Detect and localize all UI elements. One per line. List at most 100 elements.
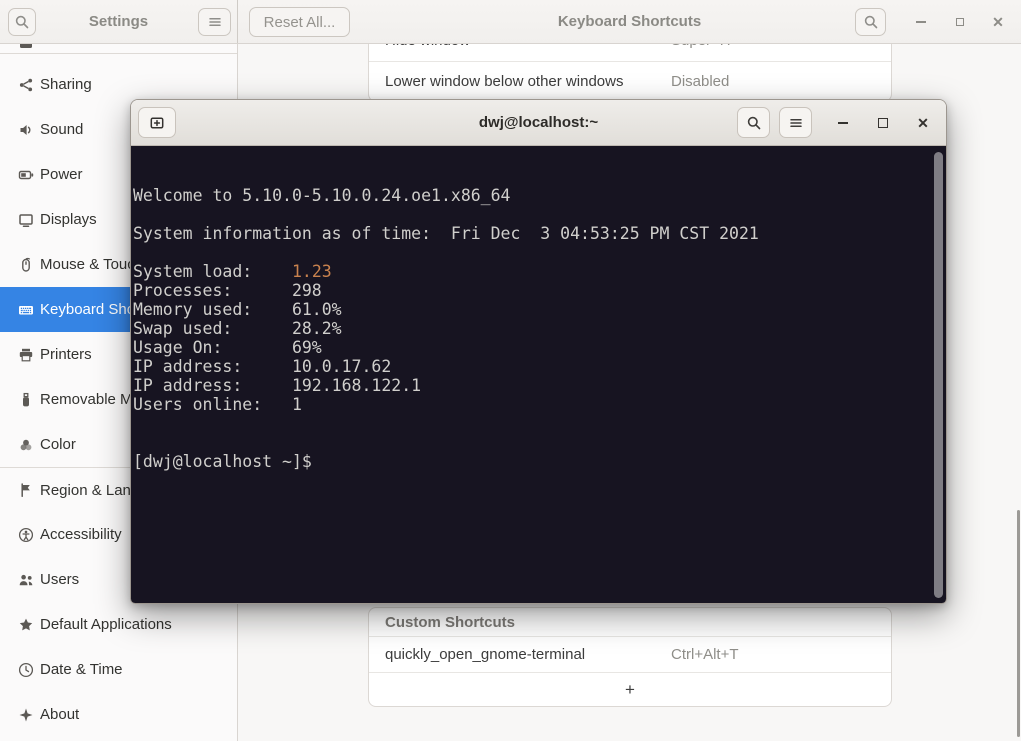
- custom-shortcuts-header: Custom Shortcuts: [369, 608, 891, 637]
- maximize-icon: [956, 18, 964, 26]
- power-icon: [18, 167, 34, 183]
- terminal-text: Memory used: 61.0%: [133, 300, 342, 319]
- users-icon: [18, 572, 34, 588]
- terminal-line: System load: 1.23: [133, 262, 946, 281]
- terminal-menu-button[interactable]: [779, 107, 812, 138]
- terminal-line: Users online: 1: [133, 395, 946, 414]
- sidebar-item-label: Power: [40, 166, 83, 183]
- terminal-output[interactable]: Welcome to 5.10.0-5.10.0.24.oe1.x86_64 S…: [131, 146, 946, 603]
- maximize-icon: [878, 118, 888, 128]
- minimize-icon: [838, 122, 848, 124]
- terminal-headerbar[interactable]: dwj@localhost:~ ✕: [131, 100, 946, 146]
- printer-icon: [18, 347, 34, 363]
- sidebar-item-label: Accessibility: [40, 526, 122, 543]
- add-shortcut-button[interactable]: +: [369, 673, 891, 706]
- sidebar-item-default-applications[interactable]: Default Applications: [0, 602, 237, 647]
- sidebar-item-label: Printers: [40, 346, 92, 363]
- custom-shortcuts-card: Custom Shortcuts quickly_open_gnome-term…: [368, 607, 892, 707]
- terminal-text: Users online: 1: [133, 395, 302, 414]
- terminal-window: dwj@localhost:~ ✕ Welcome to 5.10.0-5.10…: [130, 99, 947, 604]
- terminal-title: dwj@localhost:~: [131, 100, 946, 145]
- terminal-text: System load:: [133, 262, 292, 281]
- screen: Hide windowSuper+HLower window below oth…: [0, 0, 1021, 741]
- settings-close-button[interactable]: ✕: [986, 10, 1010, 34]
- terminal-search-button[interactable]: [737, 107, 770, 138]
- clock-icon: [18, 662, 34, 678]
- panel-title: Keyboard Shortcuts: [238, 0, 1021, 43]
- terminal-line: [133, 205, 946, 224]
- terminal-text: IP address: 192.168.122.1: [133, 376, 421, 395]
- terminal-scrollbar[interactable]: [934, 152, 943, 598]
- headerbar-right: Reset All... Keyboard Shortcuts ✕: [238, 0, 1021, 43]
- terminal-line: [133, 148, 946, 167]
- color-icon: [18, 437, 34, 453]
- close-icon: ✕: [992, 15, 1004, 29]
- shortcut-row[interactable]: Hide windowSuper+H: [369, 44, 891, 62]
- sidebar-item-label: Date & Time: [40, 661, 123, 678]
- terminal-maximize-button[interactable]: [871, 111, 895, 135]
- terminal-line: [dwj@localhost ~]$: [133, 452, 946, 471]
- settings-maximize-button[interactable]: [948, 10, 972, 34]
- sidebar-item-label: Sharing: [40, 76, 92, 93]
- terminal-line: [133, 167, 946, 186]
- usb-icon: [18, 392, 34, 408]
- terminal-close-button[interactable]: ✕: [911, 111, 935, 135]
- terminal-highlight-text: 1.23: [292, 262, 332, 281]
- terminal-line: Memory used: 61.0%: [133, 300, 946, 319]
- menu-icon: [207, 14, 223, 30]
- share-icon: [18, 77, 34, 93]
- search-icon: [746, 115, 762, 131]
- settings-headerbar: Settings Reset All... Keyboard Shortcuts…: [0, 0, 1021, 44]
- settings-menu-button[interactable]: [198, 8, 231, 36]
- shortcut-name: Hide window: [385, 44, 671, 49]
- terminal-line: Processes: 298: [133, 281, 946, 300]
- sidebar-item-label: About: [40, 706, 79, 723]
- terminal-text: Welcome to 5.10.0-5.10.0.24.oe1.x86_64: [133, 186, 511, 205]
- sidebar-item-label: Sound: [40, 121, 83, 138]
- sidebar-item-label: Default Applications: [40, 616, 172, 633]
- shortcut-list-card: Hide windowSuper+HLower window below oth…: [368, 44, 892, 102]
- terminal-line: [133, 243, 946, 262]
- shortcut-binding: Super+H: [671, 44, 731, 49]
- partial-icon: [18, 44, 34, 51]
- sound-icon: [18, 122, 34, 138]
- terminal-line: IP address: 10.0.17.62: [133, 357, 946, 376]
- search-icon: [863, 14, 879, 30]
- flag-icon: [18, 482, 34, 498]
- sparkle-icon: [18, 707, 34, 723]
- sidebar-item-label: Color: [40, 436, 76, 453]
- headerbar-left: Settings: [0, 0, 238, 43]
- terminal-line: Usage On: 69%: [133, 338, 946, 357]
- terminal-line: Swap used: 28.2%: [133, 319, 946, 338]
- terminal-line: [133, 433, 946, 452]
- settings-minimize-button[interactable]: [909, 10, 933, 34]
- displays-icon: [18, 212, 34, 228]
- terminal-line: IP address: 192.168.122.1: [133, 376, 946, 395]
- terminal-text: System information as of time: Fri Dec 3…: [133, 224, 759, 243]
- custom-shortcut-row[interactable]: quickly_open_gnome-terminalCtrl+Alt+T: [369, 637, 891, 673]
- accessibility-icon: [18, 527, 34, 543]
- terminal-text: IP address: 10.0.17.62: [133, 357, 391, 376]
- keyboard-icon: [18, 302, 34, 318]
- sidebar-item-date-time[interactable]: Date & Time: [0, 647, 237, 692]
- shortcut-row[interactable]: Lower window below other windowsDisabled: [369, 62, 891, 101]
- shortcut-binding: Ctrl+Alt+T: [671, 646, 739, 663]
- sidebar-item-label: Users: [40, 571, 79, 588]
- terminal-text: Swap used: 28.2%: [133, 319, 342, 338]
- menu-icon: [788, 115, 804, 131]
- sidebar-item-partial[interactable]: [0, 44, 237, 54]
- terminal-minimize-button[interactable]: [831, 111, 855, 135]
- minimize-icon: [916, 21, 926, 23]
- sidebar-item-about[interactable]: About: [0, 692, 237, 737]
- shortcut-name: quickly_open_gnome-terminal: [385, 646, 671, 663]
- shortcut-binding: Disabled: [671, 73, 729, 90]
- sidebar-scrollbar[interactable]: [1017, 510, 1020, 737]
- terminal-text: [dwj@localhost ~]$: [133, 452, 322, 471]
- terminal-text: Usage On: 69%: [133, 338, 322, 357]
- terminal-line: System information as of time: Fri Dec 3…: [133, 224, 946, 243]
- mouse-icon: [18, 257, 34, 273]
- shortcuts-search-button[interactable]: [855, 8, 886, 36]
- terminal-line: [133, 414, 946, 433]
- star-icon: [18, 617, 34, 633]
- shortcut-name: Lower window below other windows: [385, 73, 671, 90]
